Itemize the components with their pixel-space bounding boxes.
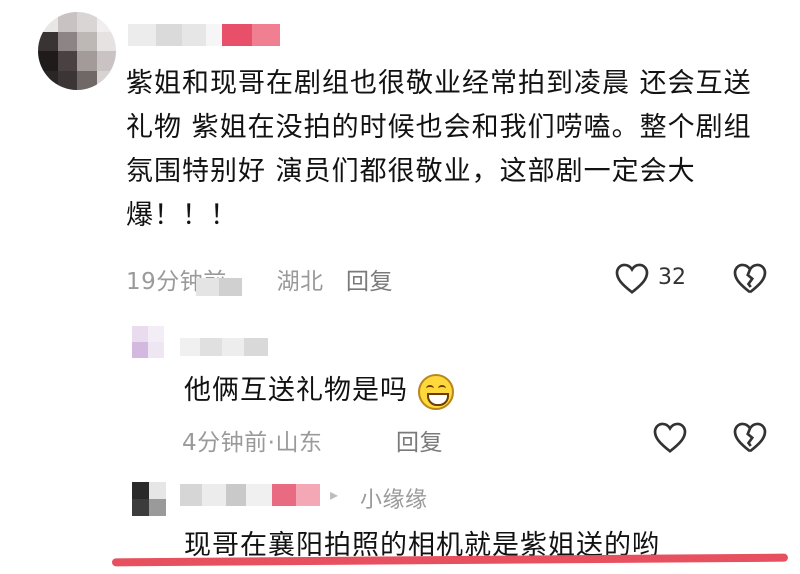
comment-location: 湖北: [276, 269, 324, 295]
reply-avatar[interactable]: [132, 326, 164, 358]
reply-like-button[interactable]: [652, 420, 692, 456]
comment-reply-button[interactable]: 回复: [346, 262, 393, 296]
reply-dislike-button[interactable]: [732, 420, 772, 456]
reply2-username-blurred[interactable]: [180, 484, 320, 506]
grinning-face-icon: [417, 373, 454, 410]
reply-meta: 4分钟前·山东: [182, 430, 323, 456]
reply2-target-name[interactable]: 小缘缘: [360, 482, 428, 514]
reply2-avatar[interactable]: [132, 482, 166, 516]
broken-heart-icon: [733, 263, 767, 294]
reply-time: 4分钟前: [182, 430, 268, 456]
avatar[interactable]: [38, 12, 116, 90]
reply-arrow: ▸: [330, 485, 339, 504]
reply-location: 山东: [275, 430, 323, 456]
username-blurred[interactable]: [128, 24, 280, 46]
reply-text-content: 他俩互送礼物是吗: [184, 375, 408, 406]
broken-heart-icon: [733, 422, 767, 453]
heart-icon: [653, 422, 687, 453]
dislike-button[interactable]: [732, 261, 772, 297]
reply-username-blurred[interactable]: [180, 338, 268, 356]
reply-reply-button[interactable]: 回复: [396, 423, 443, 457]
heart-icon: [615, 263, 649, 294]
comment-text: 紫姐和现哥在剧组也很敬业经常拍到凌晨 还会互送礼物 紫姐在没拍的时候也会和我们唠…: [126, 68, 752, 231]
like-count: 32: [658, 265, 686, 290]
like-button[interactable]: [614, 261, 654, 297]
meta-blur: [196, 278, 242, 296]
reply-text: 他俩互送礼物是吗: [184, 368, 454, 410]
